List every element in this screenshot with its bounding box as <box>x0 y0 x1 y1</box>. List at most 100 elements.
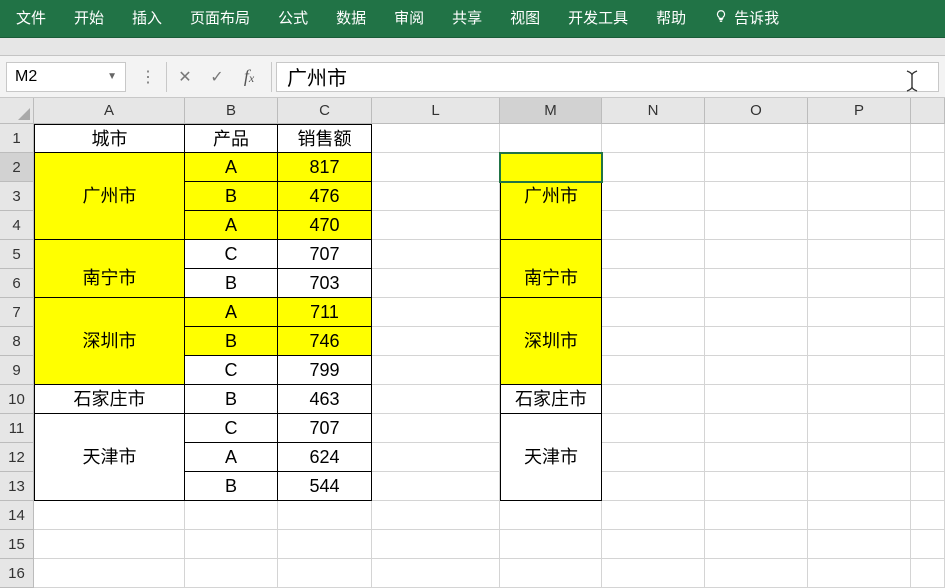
cell[interactable]: 711 <box>278 298 372 327</box>
col-header-N[interactable]: N <box>602 98 705 124</box>
col-header-C[interactable]: C <box>278 98 372 124</box>
cell[interactable]: 703 <box>278 269 372 298</box>
cell[interactable] <box>911 530 945 559</box>
cell[interactable] <box>34 501 185 530</box>
cell[interactable] <box>372 559 500 588</box>
cell[interactable] <box>705 211 808 240</box>
cell[interactable] <box>808 356 911 385</box>
cell-merged[interactable]: 天津市 <box>500 443 602 472</box>
cell[interactable] <box>808 240 911 269</box>
cell[interactable] <box>705 356 808 385</box>
cell[interactable] <box>372 501 500 530</box>
cell[interactable] <box>911 356 945 385</box>
select-all-corner[interactable] <box>0 98 34 124</box>
cell[interactable] <box>500 559 602 588</box>
cell[interactable] <box>911 472 945 501</box>
cell[interactable] <box>602 472 705 501</box>
cell[interactable] <box>602 414 705 443</box>
tab-data[interactable]: 数据 <box>322 0 380 38</box>
tab-help[interactable]: 帮助 <box>642 0 700 38</box>
col-header-M[interactable]: M <box>500 98 602 124</box>
cell[interactable] <box>372 211 500 240</box>
cell[interactable] <box>500 530 602 559</box>
cell[interactable] <box>372 385 500 414</box>
row-header[interactable]: 7 <box>0 298 34 327</box>
row-header[interactable]: 13 <box>0 472 34 501</box>
cell[interactable] <box>705 414 808 443</box>
cell[interactable]: A <box>185 443 278 472</box>
cell[interactable] <box>911 211 945 240</box>
cell[interactable] <box>705 124 808 153</box>
cell-merged[interactable] <box>500 356 602 385</box>
cell[interactable] <box>372 327 500 356</box>
col-header-A[interactable]: A <box>34 98 185 124</box>
cell-merged[interactable] <box>34 240 185 269</box>
tab-file[interactable]: 文件 <box>6 0 60 38</box>
cell[interactable] <box>808 559 911 588</box>
cell-merged[interactable] <box>34 414 185 443</box>
cell[interactable] <box>705 269 808 298</box>
tab-insert[interactable]: 插入 <box>118 0 176 38</box>
cell[interactable] <box>185 501 278 530</box>
cell[interactable] <box>602 385 705 414</box>
cell-merged[interactable] <box>34 472 185 501</box>
col-header-extra[interactable] <box>911 98 945 124</box>
cell[interactable]: 470 <box>278 211 372 240</box>
cell[interactable] <box>705 530 808 559</box>
cell[interactable]: A <box>185 298 278 327</box>
row-header[interactable]: 11 <box>0 414 34 443</box>
cell[interactable]: 624 <box>278 443 372 472</box>
cell[interactable] <box>602 559 705 588</box>
row-header[interactable]: 10 <box>0 385 34 414</box>
cell[interactable]: 石家庄市 <box>500 385 602 414</box>
formula-input[interactable]: 广州市 <box>276 62 939 92</box>
cell[interactable] <box>602 530 705 559</box>
cell[interactable] <box>911 124 945 153</box>
row-header[interactable]: 16 <box>0 559 34 588</box>
cell[interactable] <box>372 182 500 211</box>
cell[interactable] <box>372 443 500 472</box>
row-header[interactable]: 9 <box>0 356 34 385</box>
row-header[interactable]: 2 <box>0 153 34 182</box>
cell[interactable] <box>500 501 602 530</box>
cell-merged[interactable]: 深圳市 <box>34 327 185 356</box>
cell[interactable] <box>705 327 808 356</box>
cell[interactable] <box>705 501 808 530</box>
fx-more-icon[interactable]: ⋮ <box>134 67 162 87</box>
cell[interactable]: 707 <box>278 240 372 269</box>
cell[interactable] <box>911 559 945 588</box>
cell-merged[interactable]: 天津市 <box>34 443 185 472</box>
cell[interactable]: C <box>185 414 278 443</box>
fx-icon[interactable]: fx <box>235 66 263 87</box>
cell[interactable] <box>372 356 500 385</box>
cell[interactable]: 746 <box>278 327 372 356</box>
tab-home[interactable]: 开始 <box>60 0 118 38</box>
cell[interactable] <box>372 124 500 153</box>
cell[interactable] <box>808 211 911 240</box>
cell[interactable] <box>911 414 945 443</box>
cell[interactable] <box>602 356 705 385</box>
cell[interactable]: B <box>185 327 278 356</box>
cell[interactable]: B <box>185 269 278 298</box>
cell[interactable] <box>372 240 500 269</box>
tab-share[interactable]: 共享 <box>438 0 496 38</box>
cell[interactable] <box>602 240 705 269</box>
cell[interactable] <box>911 298 945 327</box>
name-box[interactable]: M2 ▼ <box>6 62 126 92</box>
cell[interactable]: 799 <box>278 356 372 385</box>
cell-merged[interactable] <box>34 298 185 327</box>
cell-merged[interactable] <box>34 153 185 182</box>
col-header-P[interactable]: P <box>808 98 911 124</box>
tab-layout[interactable]: 页面布局 <box>176 0 264 38</box>
row-header[interactable]: 4 <box>0 211 34 240</box>
cell[interactable] <box>705 559 808 588</box>
col-header-L[interactable]: L <box>372 98 500 124</box>
cell[interactable] <box>602 182 705 211</box>
cell[interactable] <box>372 530 500 559</box>
cell[interactable] <box>705 153 808 182</box>
tab-dev[interactable]: 开发工具 <box>554 0 642 38</box>
cell[interactable]: A <box>185 153 278 182</box>
cell-merged[interactable] <box>500 414 602 443</box>
cell-merged[interactable] <box>34 211 185 240</box>
cell[interactable] <box>911 182 945 211</box>
